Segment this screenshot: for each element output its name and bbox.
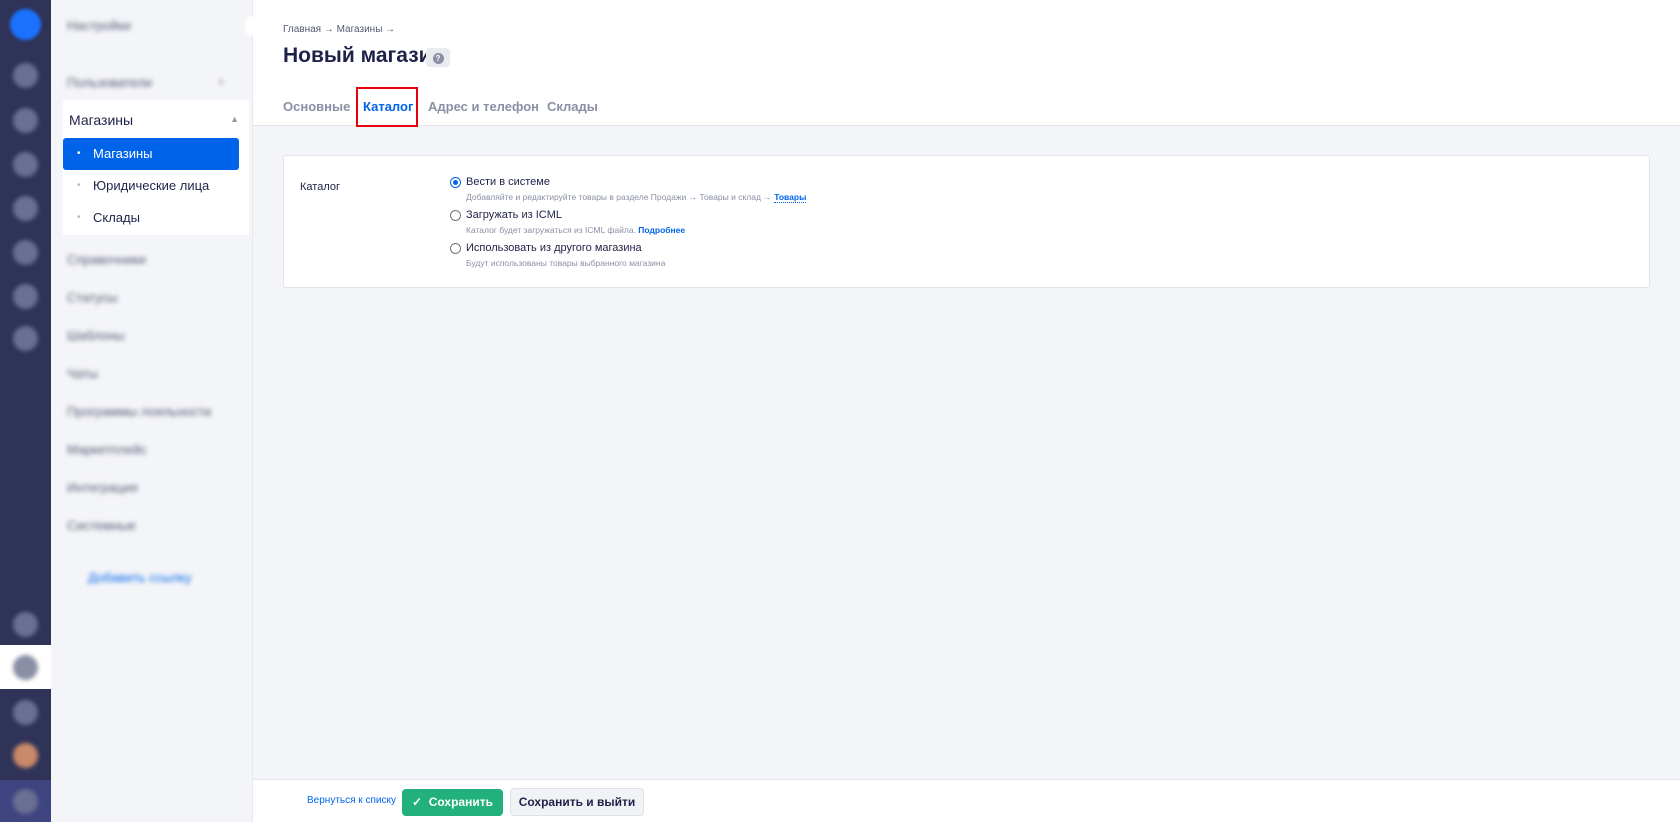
sidebar-item-chats[interactable]: Чаты [67, 366, 98, 381]
bell-icon[interactable] [13, 612, 38, 637]
main-content: Главная → Магазины → Новый магазин ? Осн… [253, 0, 1680, 822]
logo-icon[interactable] [10, 9, 41, 40]
sidebar-item-templates[interactable]: Шаблоны [67, 328, 125, 343]
printer-icon[interactable] [13, 326, 38, 351]
sidebar-item-loyalty[interactable]: Программы лояльности [67, 404, 211, 419]
sidebar-item-label: Юридические лица [93, 178, 210, 193]
tab-main[interactable]: Основные [283, 99, 350, 114]
catalog-card: Каталог Вести в системе Добавляйте и ред… [283, 155, 1650, 288]
page-header: Главная → Магазины → Новый магазин ? Осн… [253, 0, 1680, 127]
bullet-icon: • [77, 212, 81, 223]
option-label: Загружать из ICML [466, 209, 562, 221]
catalog-label: Каталог [300, 181, 340, 193]
support-button[interactable] [0, 780, 51, 822]
tab-address-phone[interactable]: Адрес и телефон [428, 99, 539, 114]
goods-link[interactable]: Товары [774, 192, 807, 203]
option-description: Добавляйте и редактируйте товары в разде… [466, 192, 807, 203]
bullet-icon: • [77, 148, 81, 159]
support-icon [13, 789, 38, 814]
save-and-exit-button[interactable]: Сохранить и выйти [510, 788, 644, 816]
avatar[interactable] [13, 743, 38, 768]
more-link[interactable]: Подробнее [638, 225, 685, 235]
save-button[interactable]: ✓ Сохранить [402, 789, 503, 816]
save-label: Сохранить [428, 795, 493, 809]
settings-icon [13, 655, 38, 680]
search-people-icon[interactable] [13, 284, 38, 309]
settings-sidebar: Настройки Пользователи ▼ Магазины ▲ • Маг… [51, 0, 253, 822]
option-desc-text: Добавляйте и редактируйте товары в разде… [466, 192, 772, 202]
help-icon[interactable] [13, 700, 38, 725]
chevron-down-icon: ▼ [216, 78, 226, 89]
chart-icon[interactable] [13, 196, 38, 221]
option-label: Использовать из другого магазина [466, 242, 642, 254]
chat-icon[interactable] [13, 152, 38, 177]
help-button[interactable]: ? [426, 48, 450, 67]
option-label: Вести в системе [466, 176, 550, 188]
add-link[interactable]: Добавить ссылку [88, 570, 191, 585]
sidebar-item-statuses[interactable]: Статусы [67, 290, 117, 305]
sidebar-item-system[interactable]: Системные [67, 518, 136, 533]
tab-warehouses[interactable]: Склады [547, 99, 598, 114]
breadcrumb[interactable]: Главная → Магазины → [283, 24, 395, 35]
footer-bar: Вернуться к списку ✓ Сохранить Сохранить… [253, 779, 1680, 822]
radio-selected[interactable] [450, 177, 461, 188]
page-title: Новый магазин [283, 44, 445, 67]
option-description: Будут использованы товары выбранного маг… [466, 258, 666, 268]
sidebar-item-legal-entities[interactable]: • Юридические лица [63, 170, 239, 202]
check-icon: ✓ [412, 795, 423, 809]
radio-unselected[interactable] [450, 243, 461, 254]
chevron-up-icon[interactable]: ▲ [230, 114, 239, 124]
sidebar-item-users[interactable]: Пользователи [67, 75, 152, 90]
sidebar-title: Настройки [67, 18, 131, 33]
settings-rail-item[interactable] [0, 645, 51, 689]
sidebar-group-title[interactable]: Магазины [69, 112, 133, 128]
sidebar-item-label: Магазины [93, 146, 153, 161]
option-desc-text: Каталог будет загружаться из ICML файла. [466, 225, 636, 235]
sidebar-item-warehouses[interactable]: • Склады [63, 202, 239, 234]
sidebar-item-integration[interactable]: Интеграция [67, 480, 138, 495]
sidebar-item-shops[interactable]: • Магазины [63, 138, 239, 170]
clock-icon[interactable] [13, 240, 38, 265]
sidebar-item-marketplace[interactable]: Маркетплейс [67, 442, 147, 457]
option-description: Каталог будет загружаться из ICML файла.… [466, 225, 685, 235]
radio-unselected[interactable] [450, 210, 461, 221]
sidebar-item-references[interactable]: Справочники [67, 252, 146, 267]
sidebar-group-shops: Магазины ▲ • Магазины • Юридические лица •… [63, 100, 249, 235]
sidebar-item-label: Склады [93, 210, 140, 225]
tab-highlight-box [356, 87, 418, 127]
app-rail [0, 0, 51, 822]
back-to-list-link[interactable]: Вернуться к списку [307, 795, 396, 806]
question-icon: ? [432, 53, 444, 64]
cart-icon[interactable] [13, 63, 38, 88]
box-icon[interactable] [13, 108, 38, 133]
bullet-icon: • [77, 180, 81, 191]
